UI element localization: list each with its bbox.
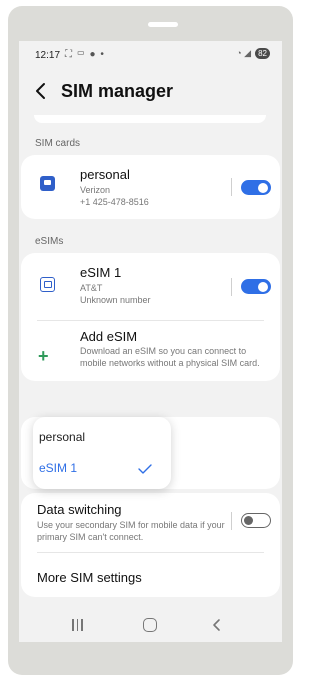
plus-icon[interactable]: + xyxy=(38,347,49,365)
sim-carrier: Verizon xyxy=(80,185,111,195)
previous-card-edge xyxy=(34,115,266,123)
row-divider xyxy=(231,178,232,196)
popup-option-esim-1[interactable]: eSIM 1 xyxy=(39,461,77,475)
notification-icons: ⛶ ▭ ● • xyxy=(65,49,105,60)
esim-name[interactable]: eSIM 1 xyxy=(80,265,121,280)
back-icon[interactable] xyxy=(211,616,223,634)
page-title: SIM manager xyxy=(61,81,174,101)
section-label-sim-cards: SIM cards xyxy=(35,138,81,149)
sim-personal-toggle[interactable] xyxy=(241,180,271,195)
status-time: 12:17 xyxy=(35,50,61,61)
chevron-left-icon[interactable] xyxy=(33,80,49,102)
row-divider xyxy=(231,278,232,296)
system-status-icons: ◔ ◢ 82 xyxy=(236,48,270,59)
esims-card: eSIM 1 AT&T Unknown number + Add eSIM Do… xyxy=(21,253,280,381)
sim-number: +1 425-478-8516 xyxy=(80,197,149,207)
recent-apps-icon[interactable] xyxy=(72,619,86,632)
esim-number: Unknown number xyxy=(80,295,151,305)
data-switching-title[interactable]: Data switching xyxy=(37,502,122,517)
data-switching-toggle[interactable] xyxy=(241,513,271,528)
row-separator xyxy=(37,552,264,553)
home-icon[interactable] xyxy=(143,618,157,632)
sim-select-popup: personal eSIM 1 xyxy=(33,417,171,489)
signal-icon: ◔ ◢ xyxy=(236,48,252,58)
sim-card-icon xyxy=(40,176,55,191)
phone-screen: 12:17 ⛶ ▭ ● • ◔ ◢ 82 SIM manager SIM car… xyxy=(19,41,282,642)
section-label-esims: eSIMs xyxy=(35,236,64,247)
settings-card: Data switching Use your secondary SIM fo… xyxy=(21,493,280,597)
popup-option-personal[interactable]: personal xyxy=(39,430,85,444)
row-divider xyxy=(231,512,232,530)
sim-name[interactable]: personal xyxy=(80,167,130,182)
phone-speaker xyxy=(148,22,178,27)
more-sim-settings[interactable]: More SIM settings xyxy=(37,570,142,585)
add-esim-title[interactable]: Add eSIM xyxy=(80,329,137,344)
esim-icon xyxy=(40,277,55,292)
data-switching-description: Use your secondary SIM for mobile data i… xyxy=(37,520,225,542)
check-icon xyxy=(138,464,152,474)
battery-icon: 82 xyxy=(255,48,270,59)
status-bar: 12:17 ⛶ ▭ ● • ◔ ◢ 82 xyxy=(19,41,282,67)
esim-carrier: AT&T xyxy=(80,283,103,293)
add-esim-description: Download an eSIM so you can connect to m… xyxy=(80,346,260,368)
navigation-bar xyxy=(19,613,282,642)
row-separator xyxy=(37,320,264,321)
app-header: SIM manager xyxy=(19,77,282,107)
esim-1-toggle[interactable] xyxy=(241,279,271,294)
sim-cards-card: personal Verizon +1 425-478-8516 xyxy=(21,155,280,219)
